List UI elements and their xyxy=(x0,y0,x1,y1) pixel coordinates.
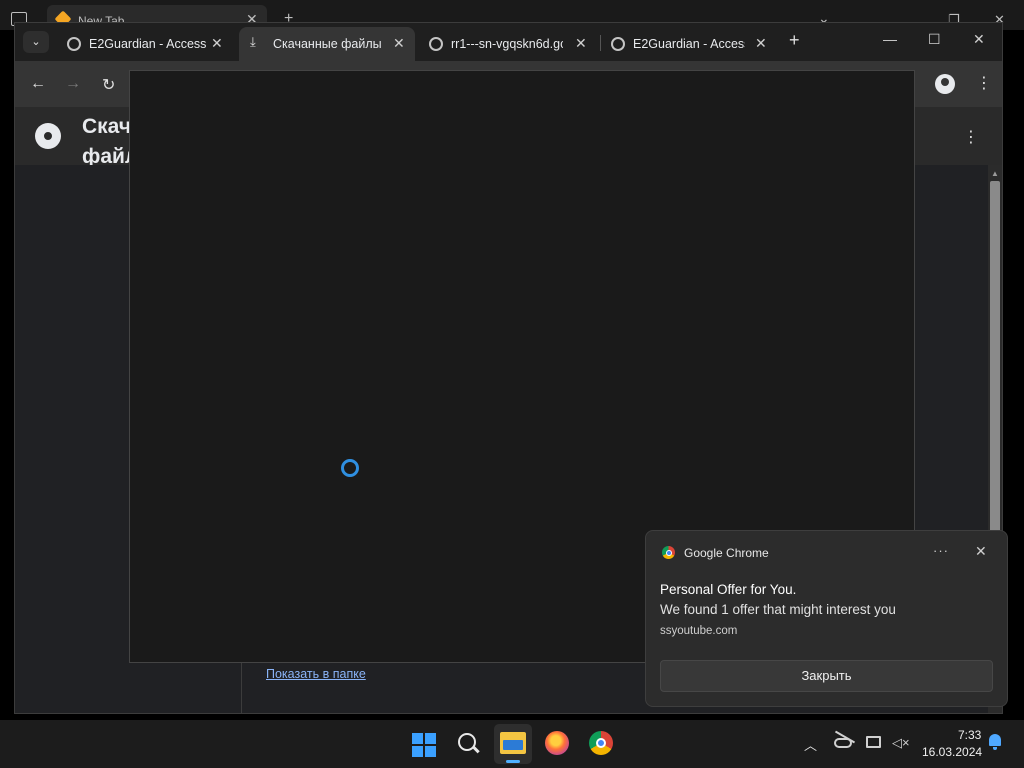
notification-body: We found 1 offer that might interest you xyxy=(660,602,896,617)
active-app-indicator xyxy=(506,760,520,763)
tab-e2guardian-1[interactable]: E2Guardian - Access ✕ xyxy=(55,27,229,61)
notification-more-button[interactable]: ··· xyxy=(933,543,949,558)
onedrive-offline-icon[interactable] xyxy=(834,738,852,748)
close-icon[interactable]: ✕ xyxy=(393,35,405,52)
more-actions-button[interactable]: ⋮ xyxy=(963,127,979,147)
minimize-button[interactable]: — xyxy=(883,31,897,47)
notification-close-button[interactable]: Закрыть xyxy=(660,660,993,692)
notification-app-name: Google Chrome xyxy=(684,546,769,560)
tab-label: E2Guardian - Access xyxy=(89,37,207,51)
clock-date[interactable]: 16.03.2024 xyxy=(922,745,982,759)
globe-icon xyxy=(611,37,625,51)
reload-button[interactable]: ↻ xyxy=(102,75,115,95)
firefox-icon[interactable] xyxy=(545,731,569,755)
back-button[interactable]: ← xyxy=(30,75,46,93)
forward-button[interactable]: → xyxy=(65,75,81,93)
tab-e2guardian-2[interactable]: E2Guardian - Access ✕ xyxy=(599,27,775,61)
show-in-folder-link[interactable]: Показать в папке xyxy=(266,667,366,681)
show-hidden-icons-chevron-icon[interactable]: ︿ xyxy=(804,735,817,754)
taskbar: ︿ ◁× 7:33 16.03.2024 xyxy=(0,720,1024,768)
globe-icon xyxy=(67,37,81,51)
loading-spinner-icon xyxy=(341,459,359,477)
chrome-logo-icon xyxy=(35,123,61,149)
tab-search-button[interactable]: ⌄ xyxy=(23,31,49,53)
maximize-button[interactable]: ☐ xyxy=(928,31,941,48)
notification-title: Personal Offer for You. xyxy=(660,582,797,597)
file-explorer-icon[interactable] xyxy=(500,732,526,754)
close-icon[interactable]: ✕ xyxy=(575,35,587,52)
volume-muted-icon[interactable]: ◁× xyxy=(892,735,910,751)
scroll-up-arrow-icon[interactable]: ▲ xyxy=(991,169,999,178)
new-tab-button[interactable]: + xyxy=(789,30,800,51)
tab-rr1[interactable]: rr1---sn-vgqskn6d.gc ✕ xyxy=(417,27,597,61)
search-icon[interactable] xyxy=(457,732,479,754)
tab-label: E2Guardian - Access xyxy=(633,37,745,51)
close-icon[interactable]: ✕ xyxy=(755,35,767,52)
notification-source: ssyoutube.com xyxy=(660,625,738,637)
globe-icon xyxy=(429,37,443,51)
profile-avatar[interactable] xyxy=(935,74,955,94)
chrome-notification-toast[interactable]: Google Chrome ··· ✕ Personal Offer for Y… xyxy=(645,530,1008,707)
chrome-icon xyxy=(662,546,675,559)
network-icon[interactable] xyxy=(866,736,881,748)
windows-start-icon[interactable] xyxy=(412,733,436,757)
chrome-icon[interactable] xyxy=(589,731,613,755)
close-window-button[interactable]: ✕ xyxy=(973,31,985,48)
clock-time[interactable]: 7:33 xyxy=(958,728,981,742)
download-icon: ⤓ xyxy=(250,34,256,49)
tab-label: Скачанные файлы xyxy=(273,37,382,51)
tab-label: rr1---sn-vgqskn6d.gc xyxy=(451,37,563,51)
notification-close-icon[interactable]: ✕ xyxy=(975,543,987,560)
notification-bell-icon[interactable] xyxy=(988,734,1002,750)
tab-strip: ⌄ E2Guardian - Access ✕ ⤓ Скачанные файл… xyxy=(15,23,1002,61)
tab-downloads[interactable]: ⤓ Скачанные файлы ✕ xyxy=(239,27,415,61)
close-icon[interactable]: ✕ xyxy=(211,35,223,52)
chrome-menu-button[interactable]: ⋮ xyxy=(976,73,992,93)
